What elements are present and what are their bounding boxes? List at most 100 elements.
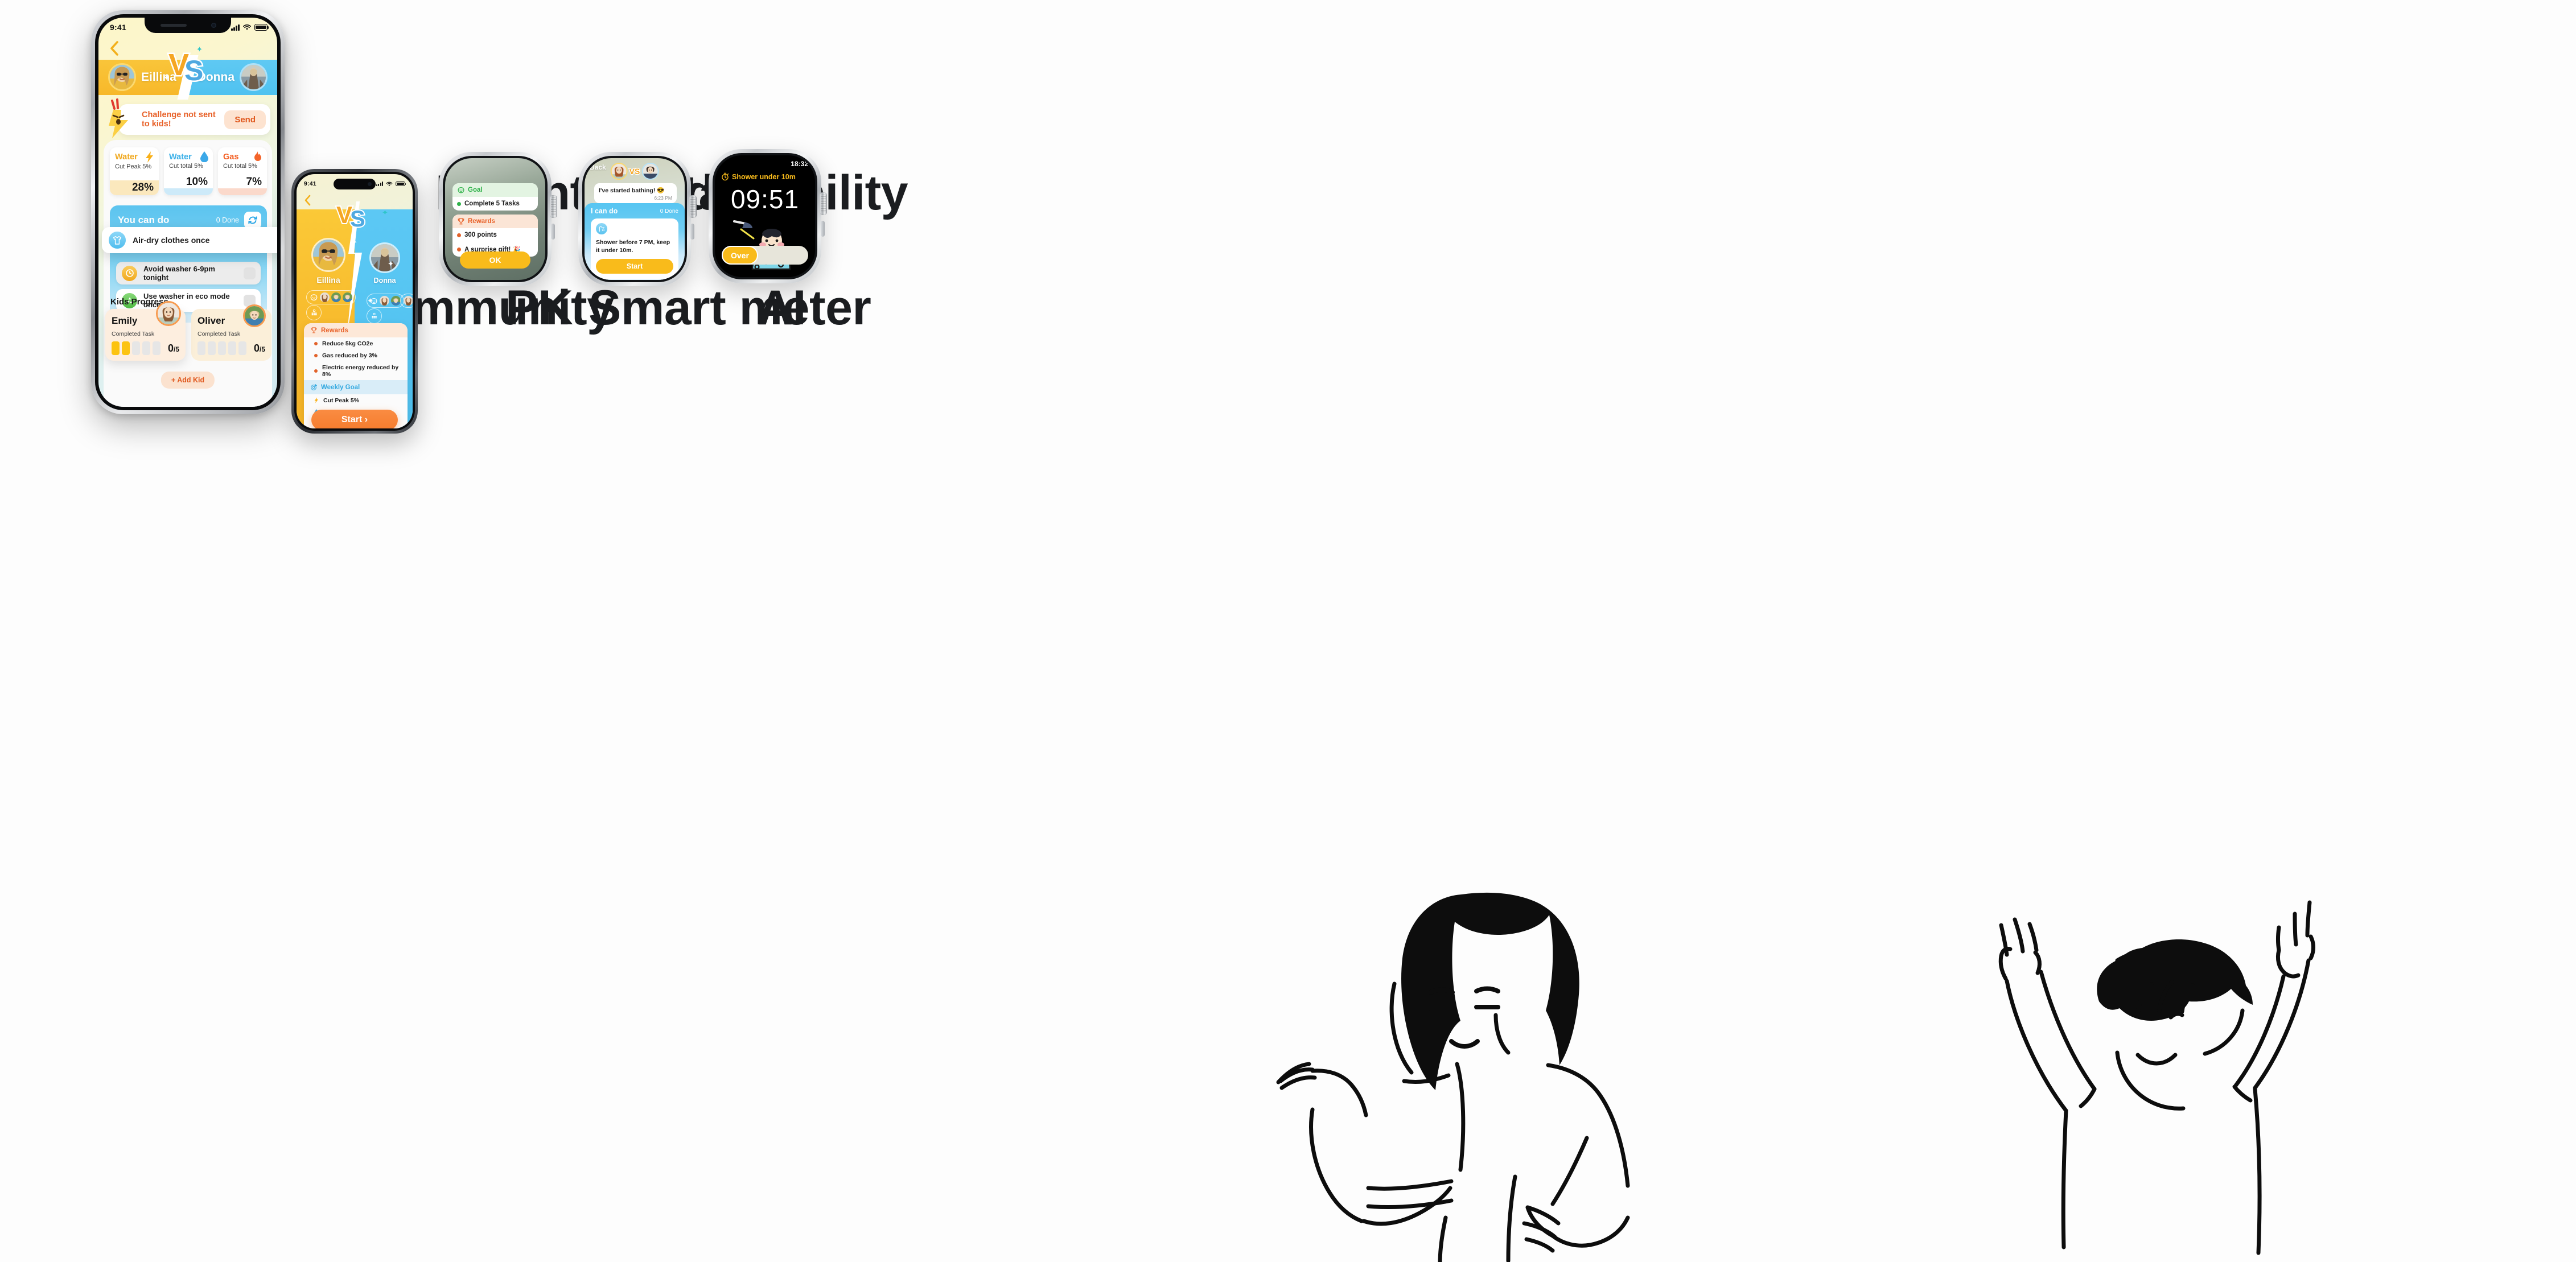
metric-card[interactable]: Gas Cut total 5% 7%: [218, 147, 267, 195]
solar-panel-button-right[interactable]: [367, 308, 382, 324]
versus-s: S: [183, 53, 204, 88]
refresh-button[interactable]: [244, 212, 261, 229]
baby-icon: [310, 294, 318, 301]
versus-s: S: [349, 205, 367, 233]
kid-chip-extra[interactable]: [400, 294, 413, 308]
digital-crown[interactable]: [689, 195, 697, 218]
player-right-name: Donna: [373, 277, 396, 284]
progress-segment: [218, 341, 226, 355]
digital-crown[interactable]: [820, 192, 827, 215]
watch-i-can-do: Back VS I've started bathing! 😎 6:23 PM …: [578, 152, 697, 286]
status-time: 9:41: [110, 23, 126, 32]
metric-fill: [218, 188, 267, 195]
send-button[interactable]: Send: [224, 110, 266, 129]
keyword-pk: PK: [505, 281, 573, 335]
battery-icon: [254, 24, 269, 31]
phone1-bezel: 9:41 Eillina Donna V S ✦ ✦ Challenge not…: [95, 14, 281, 410]
bullet-dot: [314, 341, 318, 345]
kid-count-value: 0: [167, 342, 174, 354]
metric-sub: Cut total 5%: [223, 163, 257, 170]
goal-card-inner: Goal Complete 5 Tasks: [452, 183, 538, 211]
rewards-card: Rewards 300 points A surprise gift! 🎉: [452, 215, 538, 257]
bullet-dot: [457, 201, 461, 206]
metric-card[interactable]: Water Cut total 5% 10%: [164, 147, 213, 195]
avatar-eillina: [108, 63, 136, 91]
task-row-highlighted[interactable]: Air-dry clothes once: [102, 227, 277, 253]
kid-card[interactable]: Emily Completed Task 0/5: [105, 301, 186, 361]
sparkle-icon: ✦: [351, 238, 357, 246]
task-row[interactable]: Avoid washer 6-9pm tonight: [116, 262, 261, 284]
ok-button-wrap: OK: [460, 251, 530, 269]
digital-crown[interactable]: [550, 195, 557, 218]
metric-value: 10%: [186, 176, 208, 188]
over-button[interactable]: Over: [722, 246, 758, 265]
task-card[interactable]: Shower before 7 PM, keep it under 10m. S…: [591, 218, 678, 279]
kid-chips-left[interactable]: [306, 290, 356, 304]
goal-card: Goal Complete 5 Tasks: [452, 183, 538, 211]
kid-avatar: [343, 292, 352, 302]
metric-name: Water: [115, 152, 138, 162]
bolt-icon: [314, 397, 318, 403]
droplet-icon: [200, 151, 208, 162]
refresh-icon: [248, 216, 257, 224]
metric-card[interactable]: Water Cut Peak 5% 28%: [110, 147, 159, 195]
metric-fill: [164, 188, 213, 195]
solar-panel-button-left[interactable]: [306, 305, 322, 320]
task-text: Shower before 7 PM, keep it under 10m.: [596, 239, 670, 254]
side-button[interactable]: [551, 224, 555, 240]
ok-button[interactable]: OK: [460, 251, 530, 269]
section-title: Rewards: [321, 327, 348, 334]
avatar-donna: [369, 242, 400, 273]
section-title: Weekly Goal: [321, 383, 360, 391]
trophy-icon: [458, 218, 464, 225]
wifi-icon: [243, 24, 251, 30]
metric-value-wrap: 10%: [164, 176, 213, 188]
you-can-do-meta: 0 Done: [216, 212, 261, 229]
start-button[interactable]: Start ›: [311, 410, 398, 428]
camera-icon: [211, 23, 216, 28]
avatar-emily: [156, 301, 181, 326]
back-button[interactable]: [109, 40, 119, 56]
phone-challenge-detail: 9:41 V S ✦ ✦ ✦ ✦ Eillina Donna Rewards R…: [291, 169, 418, 434]
side-button[interactable]: [690, 224, 694, 240]
player-left[interactable]: Eillina: [311, 238, 345, 284]
back-button[interactable]: [304, 195, 311, 206]
avatar-kid-right: [641, 163, 659, 180]
back-button[interactable]: Back: [590, 163, 606, 171]
section-header-weekly-goal: Weekly Goal: [304, 380, 408, 394]
avatar-kid-left: [610, 163, 628, 180]
side-button[interactable]: [821, 221, 825, 237]
kid-avatar: [380, 296, 389, 306]
clock-icon: [122, 265, 137, 281]
avatar-donna: [240, 63, 268, 91]
keyword-smart-meter: Smart meter: [589, 281, 871, 335]
shirt-icon: [109, 232, 126, 249]
child-cheering-illustration: [1998, 900, 2315, 1255]
goal-label: Complete 5 Tasks: [464, 200, 520, 207]
metric-sub: Cut Peak 5%: [115, 163, 152, 170]
task-checkbox[interactable]: [244, 267, 256, 279]
reward-label: 300 points: [464, 232, 497, 238]
rewards-title: Rewards: [468, 218, 495, 225]
kid-card[interactable]: Oliver Completed Task 0/5: [191, 304, 271, 361]
sparkle-icon: ✦: [382, 208, 388, 217]
add-kid-button[interactable]: + Add Kid: [161, 372, 215, 389]
metric-head: Gas: [218, 147, 267, 162]
timer-task-row: Shower under 10m: [721, 172, 796, 181]
i-can-do-panel: I can do 0 Done Shower before 7 PM, keep…: [585, 203, 685, 280]
player-right[interactable]: Donna: [369, 242, 400, 284]
metric-value: 7%: [246, 176, 262, 188]
keyword-ai: AI: [758, 281, 806, 335]
goal-item: Cut Peak 5%: [304, 394, 408, 406]
start-button[interactable]: Start: [596, 259, 673, 274]
sparkle-icon: ✦: [367, 296, 373, 305]
status-time: 9:41: [304, 180, 316, 187]
flame-icon: [254, 151, 261, 161]
player-left-name: Eillina: [316, 275, 340, 284]
watch-clock: 18:32: [791, 160, 808, 168]
metric-value: 28%: [131, 182, 154, 193]
woman-gesturing-illustration: [1276, 892, 1630, 1262]
kid-subtitle: Completed Task: [112, 331, 155, 337]
solar-icon: [311, 309, 317, 315]
kid-progress-bar: 0/5: [197, 341, 265, 355]
